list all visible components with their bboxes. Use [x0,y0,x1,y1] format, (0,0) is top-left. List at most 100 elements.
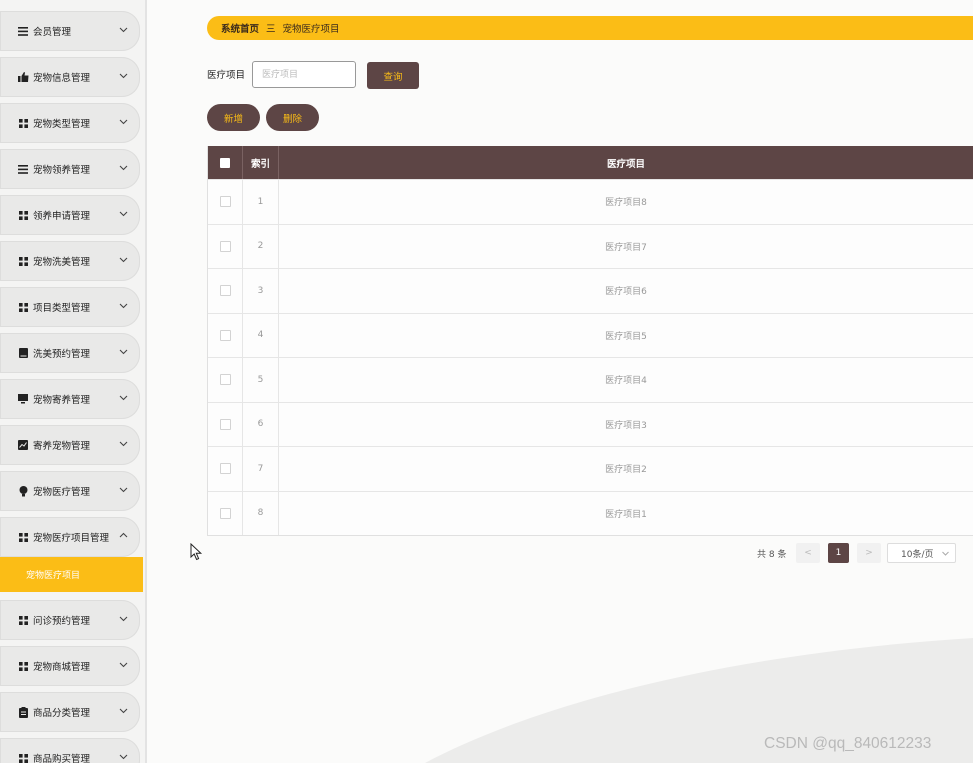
row-medical-project: 医疗项目7 [605,242,647,253]
pagination-page-1[interactable]: 1 [828,543,849,563]
monitor-icon [17,393,29,405]
breadcrumb: 系统首页 三 宠物医疗项目 [207,16,973,40]
row-medical-project: 医疗项目4 [605,376,647,387]
sidebar-item-project-types[interactable]: 项目类型管理 [0,287,140,327]
row-index: 3 [243,269,279,313]
add-button[interactable]: 新增 [207,104,260,131]
sidebar-item-label: 问诊预约管理 [33,616,91,627]
chevron-down-icon [119,303,128,309]
search-input[interactable] [252,61,356,88]
sidebar-item-consultation-booking[interactable]: 问诊预约管理 [0,600,140,640]
sidebar-item-pet-grooming[interactable]: 宠物洗美管理 [0,241,140,281]
row-checkbox-cell [208,313,243,357]
chevron-down-icon [119,395,128,401]
table-row[interactable]: 2 医疗项目7 [208,223,973,268]
sidebar-item-pet-mall[interactable]: 宠物商城管理 [0,646,140,686]
row-medical-project: 医疗项目8 [605,198,647,209]
chevron-down-icon [119,211,128,217]
row-checkbox[interactable] [219,463,231,475]
grid-icon [17,209,29,221]
sidebar-item-label: 宠物医疗管理 [33,487,91,498]
breadcrumb-current: 宠物医疗项目 [282,24,340,35]
sidebar-item-product-purchases[interactable]: 商品购买管理 [0,738,140,763]
list-icon [17,163,29,175]
sidebar-item-members[interactable]: 会员管理 [0,11,140,51]
table-row[interactable]: 5 医疗项目4 [208,357,973,402]
breadcrumb-home-link[interactable]: 系统首页 [221,21,259,35]
sidebar-item-label: 领养申请管理 [33,211,91,222]
chevron-down-icon [119,119,128,125]
query-button[interactable]: 查询 [367,62,419,89]
header-checkbox-cell [208,146,243,179]
row-checkbox[interactable] [219,374,231,386]
sidebar-item-label: 宠物领养管理 [33,165,91,176]
row-checkbox[interactable] [219,196,231,208]
table-row[interactable]: 1 医疗项目8 [208,179,973,224]
bulb-icon [17,485,29,497]
sidebar-item-label: 宠物寄养管理 [33,395,91,406]
row-checkbox-cell [208,224,243,268]
data-table: 索引 医疗项目 1 医疗项目8 2 医疗项目7 3 医疗项目6 4 医疗项目 5 … [207,146,973,536]
header-index: 索引 [243,146,279,179]
sidebar-item-boarded-pets[interactable]: 寄养宠物管理 [0,425,140,465]
chevron-down-icon [119,708,128,714]
row-index: 6 [243,402,279,446]
sidebar-item-pet-boarding[interactable]: 宠物寄养管理 [0,379,140,419]
grid-icon [17,117,29,129]
page-size-value: 10条/页 [901,549,934,560]
table-row[interactable]: 3 医疗项目6 [208,268,973,313]
mouse-cursor-icon [190,543,203,561]
table-row[interactable]: 4 医疗项目5 [208,312,973,357]
sidebar-item-label: 项目类型管理 [33,303,91,314]
row-medical-project: 医疗项目6 [605,287,647,298]
select-all-checkbox[interactable] [220,157,230,168]
row-checkbox[interactable] [219,507,231,519]
chevron-down-icon [119,616,128,622]
row-checkbox-cell [208,269,243,313]
chevron-down-icon [942,551,949,556]
sidebar-item-label: 宠物医疗项目管理 [33,533,110,544]
table-row[interactable]: 8 医疗项目1 [208,490,973,535]
sidebar-item-pet-types[interactable]: 宠物类型管理 [0,103,140,143]
pagination-total: 共 8 条 [757,550,787,560]
row-index: 7 [243,447,279,491]
row-checkbox-cell [208,402,243,446]
grid-icon [17,301,29,313]
delete-button[interactable]: 删除 [266,104,319,131]
list-icon [17,25,29,37]
table-row[interactable]: 7 医疗项目2 [208,446,973,491]
search-label: 医疗项目 [207,70,246,81]
pagination-next-button[interactable]: > [857,543,881,563]
chart-icon [17,439,29,451]
chevron-down-icon [119,441,128,447]
sidebar-item-pet-info[interactable]: 宠物信息管理 [0,57,140,97]
page-size-select[interactable]: 10条/页 [887,543,956,563]
row-index: 5 [243,358,279,402]
grid-icon [17,660,29,672]
row-checkbox-cell [208,491,243,535]
row-checkbox[interactable] [219,240,231,252]
row-checkbox[interactable] [219,329,231,341]
row-checkbox[interactable] [219,418,231,430]
grid-icon [17,255,29,267]
table-row[interactable]: 6 医疗项目3 [208,401,973,446]
sidebar-item-grooming-booking[interactable]: 洗美预约管理 [0,333,140,373]
sidebar-item-product-categories[interactable]: 商品分类管理 [0,692,140,732]
sidebar-item-adoption-requests[interactable]: 领养申请管理 [0,195,140,235]
chevron-down-icon [119,754,128,760]
watermark: CSDN @qq_840612233 [764,735,932,752]
chevron-down-icon [119,165,128,171]
row-index: 1 [243,180,279,224]
pagination-prev-button[interactable]: < [796,543,820,563]
row-checkbox[interactable] [219,285,231,297]
clipboard-icon [17,706,29,718]
sidebar-item-label: 会员管理 [33,27,72,38]
row-medical-project: 医疗项目5 [605,331,647,342]
sidebar-item-pet-adoption[interactable]: 宠物领养管理 [0,149,140,189]
sidebar-item-medical-projects[interactable]: 宠物医疗项目管理 [0,517,140,557]
sidebar-item-pet-medical[interactable]: 宠物医疗管理 [0,471,140,511]
submenu-item-medical-project[interactable]: 宠物医疗项目 [0,557,143,592]
sidebar-item-label: 宠物信息管理 [33,73,91,84]
header-medical-project: 医疗项目 [606,158,645,170]
sidebar-item-label: 宠物商城管理 [33,662,91,673]
